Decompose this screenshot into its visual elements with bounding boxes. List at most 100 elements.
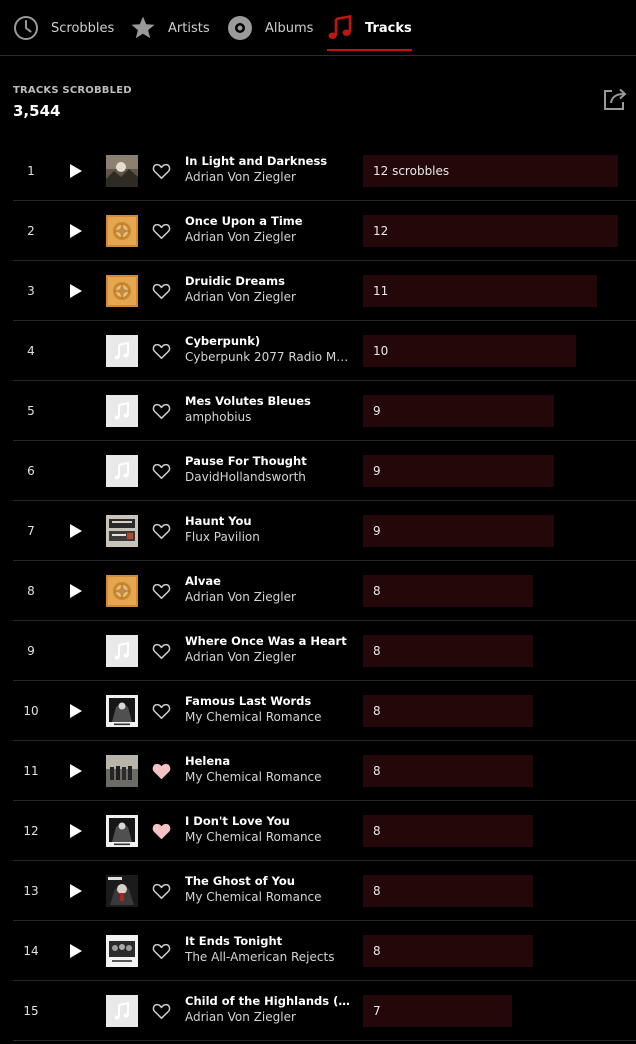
track-title[interactable]: Pause For Thought xyxy=(185,454,350,468)
heart-outline-icon[interactable] xyxy=(152,282,171,300)
heart-outline-icon[interactable] xyxy=(152,642,171,660)
track-title[interactable]: It Ends Tonight xyxy=(185,934,350,948)
track-rank: 12 xyxy=(23,824,39,838)
tab-label: Artists xyxy=(168,20,210,36)
clock-icon xyxy=(13,15,39,41)
heart-outline-icon[interactable] xyxy=(152,222,171,240)
track-title[interactable]: Alvae xyxy=(185,574,350,588)
track-row[interactable]: 15 Child of the Highlands (Gaelic Version… xyxy=(13,981,636,1041)
track-artist[interactable]: Flux Pavilion xyxy=(185,530,350,544)
track-title[interactable]: Cyberpunk) xyxy=(185,334,350,348)
track-title[interactable]: Haunt You xyxy=(185,514,350,528)
track-row[interactable]: 12 I Don't Love You My Chemical Romance 8 xyxy=(13,801,636,861)
heart-outline-icon[interactable] xyxy=(152,342,171,360)
track-artist[interactable]: Adrian Von Ziegler xyxy=(185,290,350,304)
heart-outline-icon[interactable] xyxy=(152,582,171,600)
album-art xyxy=(106,155,138,187)
track-artist[interactable]: Adrian Von Ziegler xyxy=(185,650,350,664)
heart-outline-icon[interactable] xyxy=(152,402,171,420)
track-row[interactable]: 3 Druidic Dreams Adrian Von Ziegler 11 xyxy=(13,261,636,321)
track-rank: 15 xyxy=(23,1004,39,1018)
album-art xyxy=(106,395,138,427)
play-icon[interactable] xyxy=(65,761,85,781)
heart-outline-icon[interactable] xyxy=(152,882,171,900)
track-row[interactable]: 14 It Ends Tonight The All-American Reject… xyxy=(13,921,636,981)
album-art xyxy=(106,275,138,307)
track-artist[interactable]: My Chemical Romance xyxy=(185,830,350,844)
play-icon[interactable] xyxy=(65,821,85,841)
top-navigation: Scrobbles Artists Albums Tracks xyxy=(0,0,636,56)
scrobble-count: 8 xyxy=(373,884,381,898)
track-artist[interactable]: My Chemical Romance xyxy=(185,770,350,784)
play-icon[interactable] xyxy=(65,221,85,241)
heart-outline-icon[interactable] xyxy=(152,162,171,180)
heart-filled-icon[interactable] xyxy=(152,762,171,780)
play-icon[interactable] xyxy=(65,581,85,601)
track-title[interactable]: Child of the Highlands (Gaelic Version) xyxy=(185,994,350,1008)
tab-albums[interactable]: Albums xyxy=(227,0,313,56)
track-row[interactable]: 9 Where Once Was a Heart Adrian Von Ziegle… xyxy=(13,621,636,681)
track-row[interactable]: 2 Once Upon a Time Adrian Von Ziegler 12 xyxy=(13,201,636,261)
tab-label: Scrobbles xyxy=(51,20,115,36)
scrobble-bar xyxy=(363,275,597,307)
track-title[interactable]: Mes Volutes Bleues xyxy=(185,394,350,408)
play-icon[interactable] xyxy=(65,881,85,901)
track-title[interactable]: In Light and Darkness xyxy=(185,154,350,168)
play-icon[interactable] xyxy=(65,941,85,961)
scrobble-bar xyxy=(363,215,618,247)
heart-filled-icon[interactable] xyxy=(152,822,171,840)
track-row[interactable]: 11 Helena My Chemical Romance 8 xyxy=(13,741,636,801)
track-artist[interactable]: amphobius xyxy=(185,410,350,424)
track-row[interactable]: 5 Mes Volutes Bleues amphobius 9 xyxy=(13,381,636,441)
heart-outline-icon[interactable] xyxy=(152,942,171,960)
track-row[interactable]: 13 The Ghost of You My Chemical Romance 8 xyxy=(13,861,636,921)
scrobble-bar xyxy=(363,695,533,727)
track-artist[interactable]: Adrian Von Ziegler xyxy=(185,1010,350,1024)
scrobble-count: 8 xyxy=(373,764,381,778)
album-art xyxy=(106,515,138,547)
track-row[interactable]: 10 Famous Last Words My Chemical Romance 8 xyxy=(13,681,636,741)
track-title[interactable]: I Don't Love You xyxy=(185,814,350,828)
share-icon[interactable] xyxy=(602,86,628,112)
heart-outline-icon[interactable] xyxy=(152,462,171,480)
play-icon[interactable] xyxy=(65,281,85,301)
scrobble-bar xyxy=(363,575,533,607)
heart-outline-icon[interactable] xyxy=(152,522,171,540)
track-row[interactable]: 4 Cyberpunk) Cyberpunk 2077 Radio Mixes 10 xyxy=(13,321,636,381)
track-artist[interactable]: Adrian Von Ziegler xyxy=(185,590,350,604)
track-artist[interactable]: DavidHollandsworth xyxy=(185,470,350,484)
scrobble-count: 12 scrobbles xyxy=(373,164,450,178)
track-artist[interactable]: Adrian Von Ziegler xyxy=(185,230,350,244)
track-title[interactable]: The Ghost of You xyxy=(185,874,350,888)
scrobble-count: 9 xyxy=(373,404,381,418)
track-artist[interactable]: My Chemical Romance xyxy=(185,710,350,724)
track-row[interactable]: 1 In Light and Darkness Adrian Von Ziegler… xyxy=(13,141,636,201)
scrobble-count: 8 xyxy=(373,584,381,598)
heart-outline-icon[interactable] xyxy=(152,702,171,720)
play-icon[interactable] xyxy=(65,521,85,541)
track-rank: 11 xyxy=(23,764,39,778)
heart-outline-icon[interactable] xyxy=(152,1002,171,1020)
track-artist[interactable]: Cyberpunk 2077 Radio Mixes xyxy=(185,350,350,364)
tab-artists[interactable]: Artists xyxy=(130,0,210,56)
scrobble-count: 8 xyxy=(373,644,381,658)
track-list: 1 In Light and Darkness Adrian Von Ziegler… xyxy=(13,141,636,1041)
track-row[interactable]: 6 Pause For Thought DavidHollandsworth 9 xyxy=(13,441,636,501)
track-artist[interactable]: The All-American Rejects xyxy=(185,950,350,964)
tracks-scrobbled-label: TRACKS SCROBBLED xyxy=(13,85,132,96)
scrobble-bar xyxy=(363,815,533,847)
track-title[interactable]: Famous Last Words xyxy=(185,694,350,708)
track-title[interactable]: Helena xyxy=(185,754,350,768)
track-row[interactable]: 8 Alvae Adrian Von Ziegler 8 xyxy=(13,561,636,621)
track-title[interactable]: Where Once Was a Heart xyxy=(185,634,350,648)
play-icon[interactable] xyxy=(65,161,85,181)
track-artist[interactable]: My Chemical Romance xyxy=(185,890,350,904)
play-icon[interactable] xyxy=(65,701,85,721)
track-artist[interactable]: Adrian Von Ziegler xyxy=(185,170,350,184)
track-title[interactable]: Once Upon a Time xyxy=(185,214,350,228)
track-title[interactable]: Druidic Dreams xyxy=(185,274,350,288)
album-art xyxy=(106,695,138,727)
track-row[interactable]: 7 Haunt You Flux Pavilion 9 xyxy=(13,501,636,561)
tab-scrobbles[interactable]: Scrobbles xyxy=(13,0,114,56)
tab-tracks[interactable]: Tracks xyxy=(327,0,412,56)
